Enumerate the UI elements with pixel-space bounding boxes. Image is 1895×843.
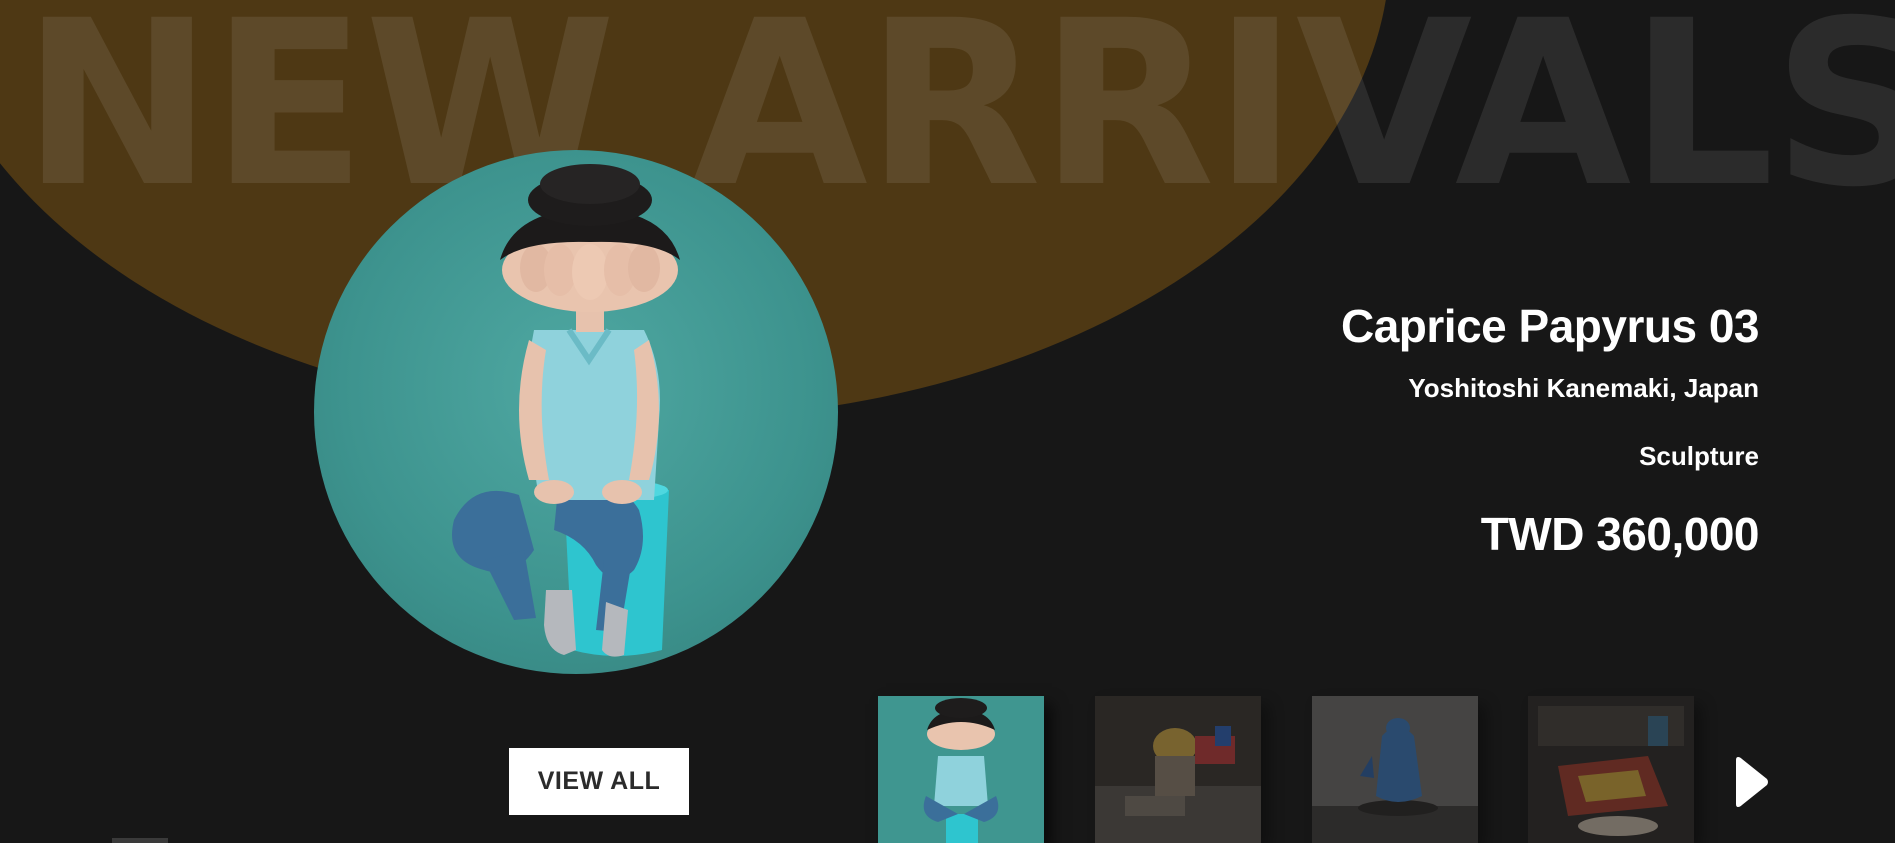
thumbnail-4[interactable] (1528, 696, 1694, 843)
artwork-category: Sculpture (1639, 441, 1759, 471)
thumbnail-1[interactable] (878, 696, 1044, 843)
featured-artwork-image[interactable] (314, 150, 838, 674)
thumbnail-3[interactable] (1312, 696, 1478, 843)
thumbnail-2[interactable] (1095, 696, 1261, 843)
chevron-right-icon (1736, 757, 1768, 807)
scroll-indicator (112, 838, 168, 843)
section-title: NEW ARRIVALS (22, 0, 1895, 237)
next-arrow-button[interactable] (1734, 754, 1770, 810)
artwork-title[interactable]: Caprice Papyrus 03 (1059, 296, 1760, 356)
artwork-price: TWD 360,000 (1480, 508, 1760, 560)
new-arrivals-section: NEW ARRIVALS Caprice Papyrus 03 Yoshitos… (0, 0, 1895, 843)
view-all-button[interactable]: VIEW ALL (509, 748, 689, 815)
artist-name: Yoshitoshi Kanemaki, Japan (1408, 373, 1759, 403)
artwork-info: Caprice Papyrus 03 Yoshitoshi Kanemaki, … (1059, 296, 1760, 564)
